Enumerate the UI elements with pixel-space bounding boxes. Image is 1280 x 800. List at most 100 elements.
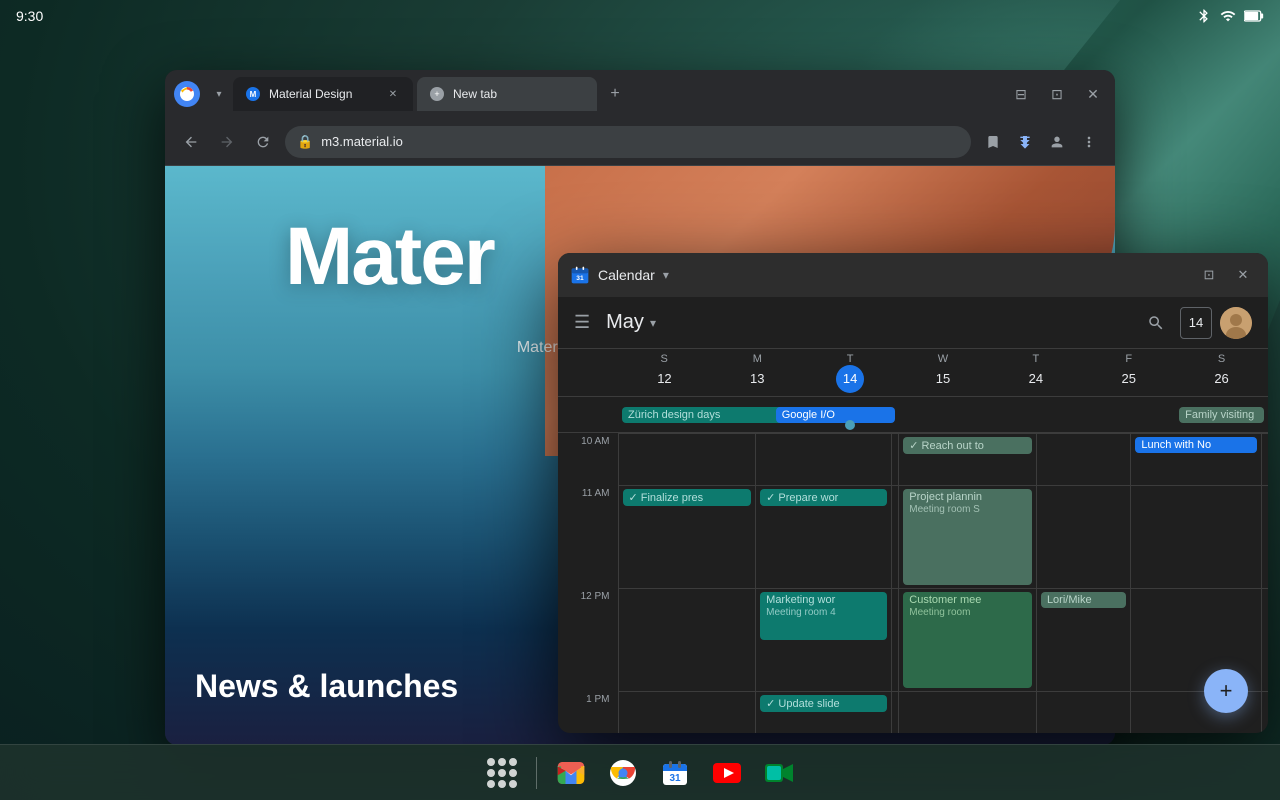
day-label-sun: S: [661, 353, 669, 365]
system-clock: 9:30: [16, 8, 43, 24]
url-display: m3.material.io: [321, 134, 959, 149]
month-label: May: [606, 311, 644, 334]
maximize-button[interactable]: ⊡: [1043, 80, 1071, 108]
secure-icon: 🔒: [297, 134, 313, 150]
tab-newtab[interactable]: + New tab: [417, 77, 597, 111]
dot-5: [498, 769, 506, 777]
battery-icon: [1244, 8, 1264, 24]
event-lunch-no[interactable]: Lunch with No: [1135, 437, 1257, 453]
zurich-event[interactable]: Zürich design days: [622, 407, 800, 423]
calendar-header-actions: 14: [1140, 307, 1252, 339]
time-scroll-area[interactable]: 10 AM ✓ Reach out to Lunch with No: [558, 433, 1268, 733]
day-num-26: 26: [1208, 365, 1236, 393]
tab-dropdown-btn[interactable]: ▾: [209, 84, 229, 104]
download-button[interactable]: [1011, 128, 1039, 156]
forward-button[interactable]: [213, 128, 241, 156]
profile-button[interactable]: [1043, 128, 1071, 156]
bluetooth-icon: [1196, 8, 1212, 24]
system-tray: [1196, 8, 1264, 24]
dot-6: [509, 769, 517, 777]
event-reach-out[interactable]: ✓ Reach out to: [903, 437, 1032, 454]
calendar-favicon: 31: [570, 265, 590, 285]
col-thu-10am: [1036, 434, 1130, 486]
create-event-fab[interactable]: +: [1204, 669, 1248, 713]
calendar-maximize-btn[interactable]: ⊡: [1196, 262, 1222, 288]
bookmark-button[interactable]: [979, 128, 1007, 156]
col-wed-11am: Project planninMeeting room S: [899, 486, 1037, 589]
col-fri-11am: [1131, 486, 1262, 589]
tab-material[interactable]: M Material Design ✕: [233, 77, 413, 111]
youtube-taskbar-icon[interactable]: [705, 751, 749, 795]
day-header-thu: T 24: [989, 353, 1082, 393]
close-button[interactable]: ✕: [1079, 80, 1107, 108]
calendar-close-btn[interactable]: ✕: [1230, 262, 1256, 288]
dot-9: [509, 780, 517, 788]
col-tue-1pm: [892, 692, 899, 734]
day-num-13: 13: [743, 365, 771, 393]
allday-event-family[interactable]: Family visiting: [1175, 404, 1268, 426]
event-prepare[interactable]: ✓ Prepare wor: [760, 489, 887, 506]
day-header-sun: S 12: [618, 353, 711, 393]
calendar-time-body: 10 AM ✓ Reach out to Lunch with No: [558, 433, 1268, 733]
chrome-taskbar-icon[interactable]: [601, 751, 645, 795]
event-update-slides[interactable]: ✓ Update slide: [760, 695, 887, 712]
day-label-tue: T: [847, 353, 854, 365]
time-label-12pm: 12 PM: [558, 589, 618, 692]
day-label-wed: W: [938, 353, 948, 365]
time-row-1pm: 1 PM ✓ Update slide: [558, 692, 1268, 734]
calendar-app-title: Calendar: [598, 267, 655, 283]
calendar-menu-icon[interactable]: ☰: [574, 312, 590, 333]
day-label-fri: F: [1125, 353, 1132, 365]
app-launcher-icon[interactable]: [480, 751, 524, 795]
col-sun-12pm: [618, 589, 756, 692]
col-wed-12pm: Customer meeMeeting room: [899, 589, 1037, 692]
tab-material-close[interactable]: ✕: [385, 86, 401, 102]
back-button[interactable]: [177, 128, 205, 156]
more-button[interactable]: [1075, 128, 1103, 156]
col-mon-10am: [756, 434, 892, 486]
browser-navbar: 🔒 m3.material.io: [165, 118, 1115, 166]
svg-text:M: M: [250, 90, 257, 99]
event-customer[interactable]: Customer meeMeeting room: [903, 592, 1032, 688]
month-chevron-icon: ▾: [650, 316, 656, 330]
allday-events-row: Zürich design days Google I/O Family vis…: [558, 397, 1268, 433]
col-tue-11am: [892, 486, 899, 589]
calendar-grid: S 12 M 13 T 14 W 15 T 24 F 25: [558, 349, 1268, 733]
new-tab-button[interactable]: +: [601, 80, 629, 108]
time-label-11am: 11 AM: [558, 486, 618, 589]
col-sat-12pm: [1261, 589, 1268, 692]
col-sun-1pm: [618, 692, 756, 734]
family-visiting-event[interactable]: Family visiting: [1179, 407, 1264, 423]
minimize-button[interactable]: ⊟: [1007, 80, 1035, 108]
event-finalize[interactable]: ✓ Finalize pres: [623, 489, 752, 506]
svg-text:+: +: [434, 89, 439, 99]
col-sat-10am: [1261, 434, 1268, 486]
calendar-search-btn[interactable]: [1140, 307, 1172, 339]
day-header-tue: T 14: [804, 353, 897, 393]
calendar-taskbar-icon[interactable]: 31: [653, 751, 697, 795]
svg-text:31: 31: [576, 275, 584, 282]
calendar-window: 31 Calendar ▾ ⊡ ✕ ☰ May ▾ 14: [558, 253, 1268, 733]
svg-text:31: 31: [669, 773, 681, 784]
today-badge[interactable]: 14: [1180, 307, 1212, 339]
event-marketing[interactable]: Marketing worMeeting room 4: [760, 592, 887, 640]
dot-7: [487, 780, 495, 788]
gmail-icon[interactable]: [549, 751, 593, 795]
browser-window-controls: ⊟ ⊡ ✕: [1007, 80, 1107, 108]
day-num-24: 24: [1022, 365, 1050, 393]
meet-taskbar-icon[interactable]: [757, 751, 801, 795]
app-dots-grid: [487, 758, 517, 788]
tab-newtab-favicon: +: [429, 86, 445, 102]
event-project-planning[interactable]: Project planninMeeting room S: [903, 489, 1032, 585]
time-row-10am: 10 AM ✓ Reach out to Lunch with No: [558, 434, 1268, 486]
month-selector[interactable]: May ▾: [606, 311, 656, 334]
user-avatar[interactable]: [1220, 307, 1252, 339]
google-io-event[interactable]: Google I/O: [776, 407, 895, 423]
calendar-app-dropdown[interactable]: ▾: [663, 268, 669, 282]
address-bar[interactable]: 🔒 m3.material.io: [285, 126, 971, 158]
day-header-fri: F 25: [1082, 353, 1175, 393]
event-lori-mike[interactable]: Lori/Mike: [1041, 592, 1126, 608]
calendar-titlebar: 31 Calendar ▾ ⊡ ✕: [558, 253, 1268, 297]
reload-button[interactable]: [249, 128, 277, 156]
allday-event-google-io[interactable]: Google I/O: [804, 404, 897, 426]
